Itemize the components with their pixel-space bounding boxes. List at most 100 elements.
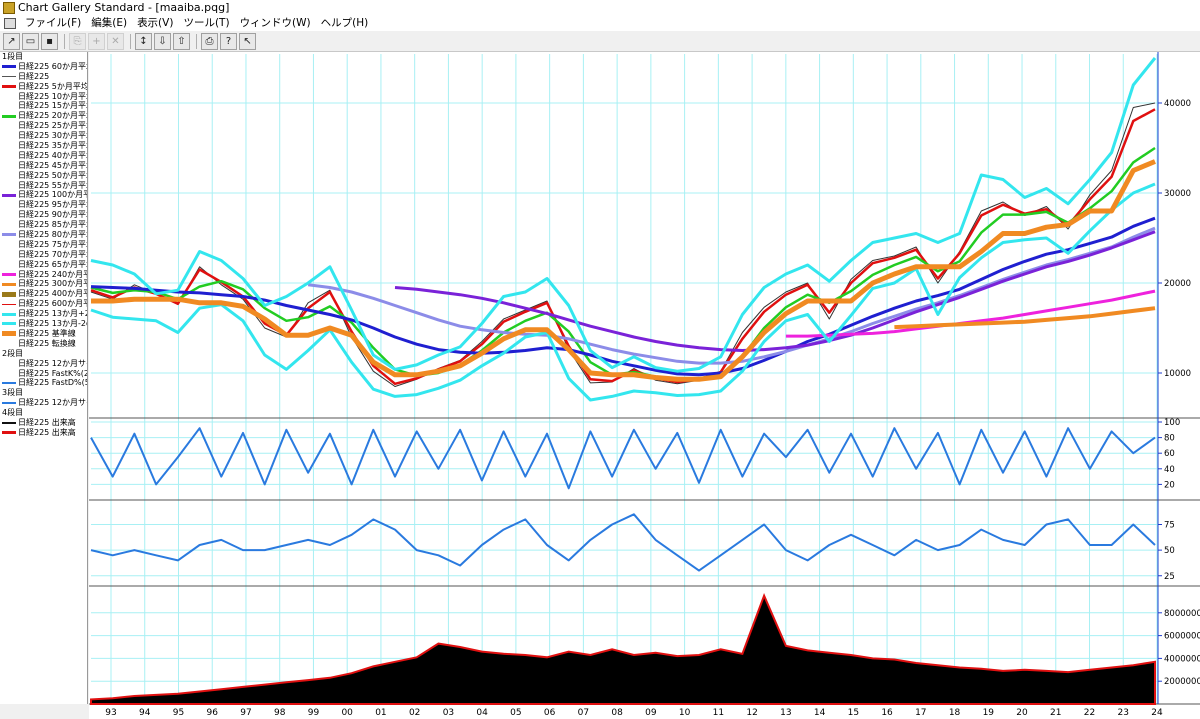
legend-item[interactable]: 日経225 30か月平均: [0, 131, 87, 141]
legend-swatch: [2, 224, 16, 226]
legend-item[interactable]: 日経225 25か月平均: [0, 121, 87, 131]
legend-label: 日経225 25か月平均: [18, 121, 87, 131]
delete-button[interactable]: ✕: [107, 32, 124, 50]
legend-item[interactable]: 日経225 80か月平均: [0, 230, 87, 240]
y-tick-label: 40000: [1164, 99, 1191, 109]
x-tick-label: 97: [240, 708, 251, 718]
legend-item[interactable]: 日経225 13か月-2σ: [0, 319, 87, 329]
y-tick-label: 80: [1164, 434, 1175, 444]
legend-item[interactable]: 日経225 240か月平均: [0, 270, 87, 280]
y-tick-label: 25: [1164, 572, 1175, 582]
legend-item[interactable]: 日経225 FastK%(20): [0, 369, 87, 379]
x-tick-label: 10: [679, 708, 691, 718]
legend-item[interactable]: 日経225 100か月平均: [0, 190, 87, 200]
x-tick-label: 05: [510, 708, 521, 718]
x-tick-label: 24: [1151, 708, 1163, 718]
legend-item[interactable]: 日経225 FastD%(5,3): [0, 378, 87, 388]
x-tick-label: 14: [814, 708, 826, 718]
legend-item[interactable]: 日経225 出来高: [0, 418, 87, 428]
legend-item[interactable]: 日経225 12か月サイコロ: [0, 398, 87, 408]
upload-button[interactable]: ⇧: [173, 32, 190, 50]
legend-item[interactable]: 日経225 出来高: [0, 428, 87, 438]
legend-item[interactable]: 日経225 20か月平均: [0, 111, 87, 121]
save-button[interactable]: ▪: [41, 32, 58, 50]
menu-help[interactable]: ヘルプ(H): [316, 16, 374, 31]
menu-window[interactable]: ウィンドウ(W): [235, 16, 316, 31]
legend-item[interactable]: 日経225 400か月平均: [0, 289, 87, 299]
open-button[interactable]: ▭: [22, 32, 39, 50]
legend-item[interactable]: 日経225 60か月平均: [0, 62, 87, 72]
legend-label: 日経225 300か月平均: [18, 279, 87, 289]
x-tick-label: 98: [274, 708, 286, 718]
x-tick-label: 20: [1016, 708, 1028, 718]
legend-item[interactable]: 日経225 70か月平均: [0, 250, 87, 260]
x-tick-label: 99: [308, 708, 320, 718]
legend-label: 日経225 基準線: [18, 328, 76, 338]
legend-swatch: [2, 175, 16, 177]
menu-view[interactable]: 表示(V): [132, 16, 178, 31]
x-tick-label: 96: [206, 708, 218, 718]
x-tick-label: 22: [1084, 708, 1095, 718]
legend-label: 日経225 55か月平均: [18, 180, 87, 190]
legend-swatch: [2, 65, 16, 69]
legend-swatch: [2, 254, 16, 256]
y-tick-label: 8000000: [1164, 609, 1200, 619]
x-tick-label: 03: [443, 708, 454, 718]
legend-item[interactable]: 日経225 75か月平均: [0, 240, 87, 250]
legend-item[interactable]: 日経225 300か月平均: [0, 279, 87, 289]
legend-item[interactable]: 日経225 15か月平均: [0, 101, 87, 111]
help-button[interactable]: ?: [220, 32, 237, 50]
add-button[interactable]: +: [88, 32, 105, 50]
menu-tools[interactable]: ツール(T): [178, 16, 234, 31]
legend-item[interactable]: 日経225 65か月平均: [0, 260, 87, 270]
legend-swatch: [2, 382, 16, 385]
toolbar: ↗ ▭ ▪ ⎘ + ✕ ↕ ⇩ ⇧ ⎙? ↖: [0, 31, 1200, 52]
legend-item[interactable]: 日経225 12か月サイコロ: [0, 359, 87, 369]
x-tick-label: 06: [544, 708, 556, 718]
menu-edit[interactable]: 編集(E): [86, 16, 132, 31]
legend-item[interactable]: 日経225 35か月平均: [0, 141, 87, 151]
y-tick-label: 30000: [1164, 189, 1191, 199]
y-tick-label: 100: [1164, 418, 1180, 428]
pan-button[interactable]: ↕: [135, 32, 152, 50]
legend-label: 日経225 35か月平均: [18, 141, 87, 151]
legend-item[interactable]: 日経225 転換線: [0, 339, 87, 349]
legend-swatch: [2, 312, 16, 316]
legend-item[interactable]: 日経225 95か月平均: [0, 200, 87, 210]
legend-swatch: [2, 96, 16, 98]
legend-label: 日経225 70か月平均: [18, 249, 87, 259]
y-tick-label: 6000000: [1164, 632, 1200, 642]
print-button[interactable]: ⎙: [201, 32, 218, 50]
y-tick-label: 20: [1164, 480, 1175, 490]
legend-swatch: [2, 331, 16, 337]
legend-label: 日経225 95か月平均: [18, 200, 87, 210]
chart-area[interactable]: 93 94 95 96 97 98 99 00 01 02 03 04 05 06 07 08 09 10 11 12…: [89, 52, 1200, 719]
download-button[interactable]: ⇩: [154, 32, 171, 50]
legend-item[interactable]: 日経225 5か月平均: [0, 82, 87, 92]
legend-item[interactable]: 日経225 600か月平均: [0, 299, 87, 309]
new-chart-button[interactable]: ↗: [3, 32, 20, 50]
legend-item[interactable]: 日経225 85か月平均: [0, 220, 87, 230]
legend-swatch: [2, 264, 16, 266]
legend-item[interactable]: 日経225: [0, 72, 87, 82]
legend-label: 日経225 12か月サイコロ: [18, 398, 87, 408]
legend-item[interactable]: 日経225 10か月平均: [0, 92, 87, 102]
legend-label: 日経225 80か月平均: [18, 230, 87, 240]
legend-item[interactable]: 日経225 40か月平均: [0, 151, 87, 161]
x-tick-label: 18: [949, 708, 961, 718]
legend-section-label: 3段目: [2, 388, 24, 398]
x-tick-label: 93: [105, 708, 116, 718]
menu-file[interactable]: ファイル(F): [20, 16, 86, 31]
legend-item[interactable]: 日経225 50か月平均: [0, 171, 87, 181]
system-menu-icon[interactable]: [4, 18, 16, 29]
context-help-button[interactable]: ↖: [239, 32, 256, 50]
series-line: [90, 513, 1156, 572]
legend-label: 日経225 30か月平均: [18, 131, 87, 141]
legend-item[interactable]: 日経225 55か月平均: [0, 181, 87, 191]
legend-item[interactable]: 日経225 基準線: [0, 329, 87, 339]
legend-item[interactable]: 日経225 90か月平均: [0, 210, 87, 220]
legend-item[interactable]: 日経225 45か月平均: [0, 161, 87, 171]
copy-button[interactable]: ⎘: [69, 32, 86, 50]
legend-swatch: [2, 145, 16, 147]
legend-item[interactable]: 日経225 13か月+2σ: [0, 309, 87, 319]
